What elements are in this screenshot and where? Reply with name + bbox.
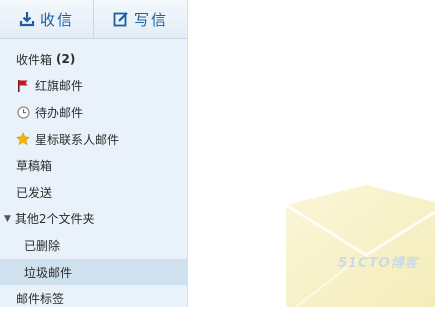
drafts-label: 草稿箱 [16,159,53,174]
edit-icon [113,12,128,27]
chevron-down-icon[interactable]: ▼ [4,214,11,224]
inbox-label: 收件箱 [16,52,53,67]
envelope-watermark-icon [286,185,435,307]
inbox-count: (2) [56,52,76,67]
watermark-text: 51CTO博客 [338,256,419,271]
other-folders-label: 其他2个文件夹 [14,212,95,227]
compose-label: 写信 [133,10,168,29]
receive-button[interactable]: 收信 [0,0,93,38]
sidebar-item-starred[interactable]: 星标联系人邮件 [0,126,187,153]
flag-icon [16,79,30,93]
clock-icon [16,105,30,119]
sidebar-item-flagged[interactable]: 红旗邮件 [0,73,187,100]
todo-label: 待办邮件 [35,105,84,120]
download-icon [19,12,35,27]
sidebar-item-tags[interactable]: 邮件标签 [0,285,187,312]
flagged-label: 红旗邮件 [35,79,84,94]
sidebar-item-drafts[interactable]: 草稿箱 [0,152,187,179]
starred-label: 星标联系人邮件 [35,132,120,147]
star-icon [16,132,30,146]
sidebar: 收信 写信 收件箱 (2) 红旗邮件 待办邮件 星标联系人邮件 草稿箱 已发送 … [0,0,188,307]
mail-content-area: 51CTO博客 [188,0,435,307]
deleted-label: 已删除 [24,238,61,253]
compose-button[interactable]: 写信 [93,0,187,38]
sidebar-item-other-folders[interactable]: ▼ 其他2个文件夹 [0,206,187,233]
folder-list: 收件箱 (2) 红旗邮件 待办邮件 星标联系人邮件 草稿箱 已发送 ▼ 其他2个… [0,46,187,312]
sidebar-item-spam[interactable]: 垃圾邮件 [0,258,187,286]
tags-label: 邮件标签 [16,292,65,307]
sidebar-item-deleted[interactable]: 已删除 [0,232,187,259]
sidebar-item-sent[interactable]: 已发送 [0,179,187,206]
receive-label: 收信 [39,10,74,29]
spam-label: 垃圾邮件 [24,265,73,280]
toolbar: 收信 写信 [0,0,187,39]
sent-label: 已发送 [16,185,53,200]
sidebar-item-todo[interactable]: 待办邮件 [0,99,187,126]
sidebar-item-inbox[interactable]: 收件箱 (2) [0,46,187,73]
